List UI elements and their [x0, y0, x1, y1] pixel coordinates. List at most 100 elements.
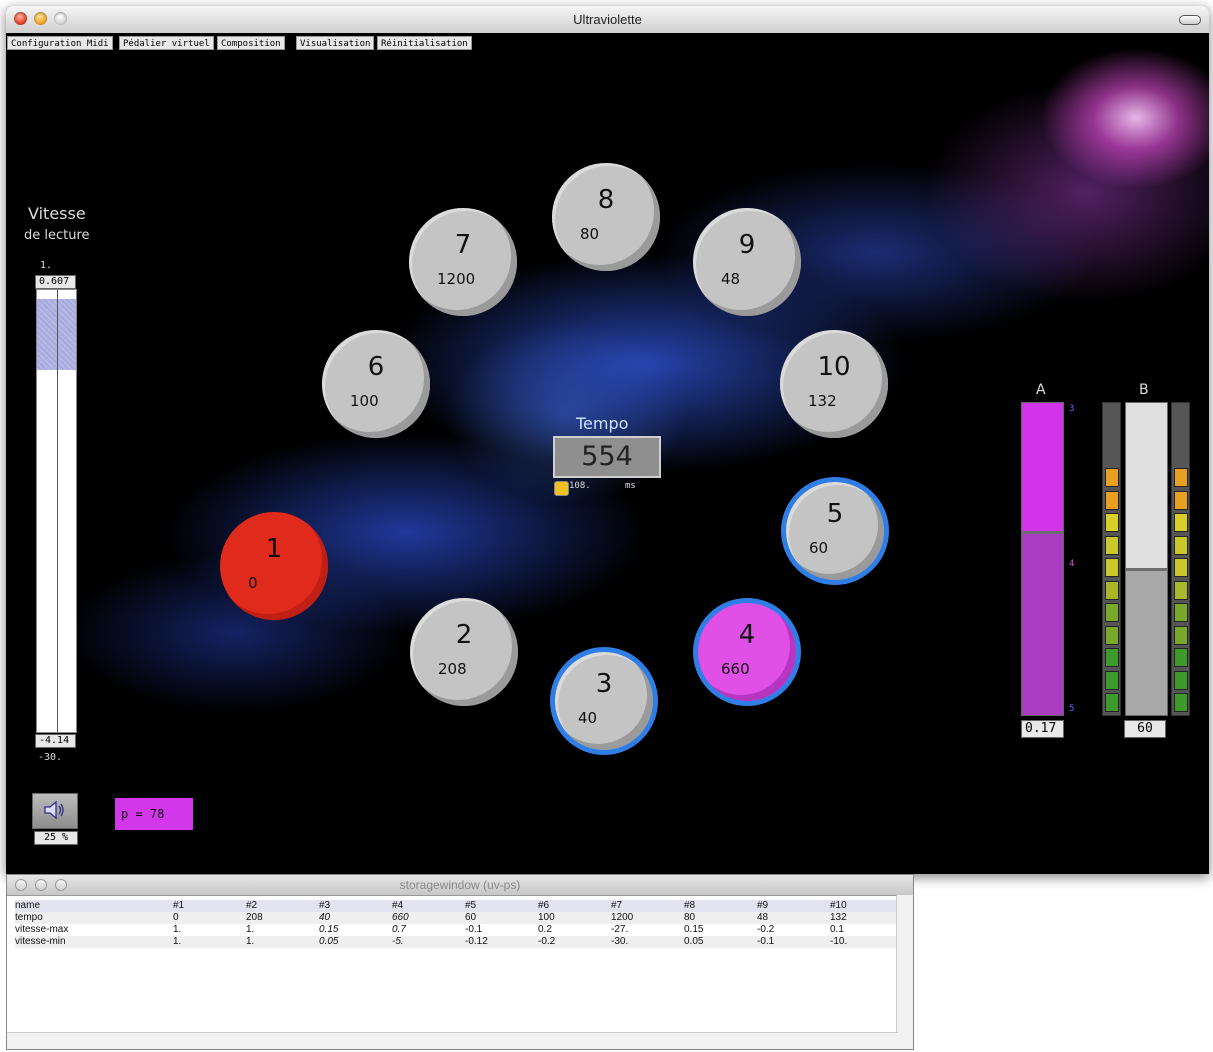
menu-config-midi-button[interactable]: Configuration Midi: [7, 36, 113, 50]
vitesse-slider[interactable]: [36, 289, 77, 733]
table-cell: -10.: [830, 936, 848, 947]
meter-b-value[interactable]: 60: [1124, 720, 1166, 738]
vu-segment: [1105, 648, 1119, 667]
window-title: Ultraviolette: [573, 12, 642, 27]
storage-vertical-scrollbar[interactable]: [896, 895, 913, 1049]
vitesse-value-top[interactable]: 0.607: [35, 275, 76, 289]
table-cell: 208: [246, 912, 263, 923]
volume-unit: %: [62, 832, 69, 843]
voice-10-value: 132: [808, 392, 837, 410]
table-row[interactable]: vitesse-min 1. 1. 0.05 -5. -0.12 -0.2 -30. 0.05 -…: [15, 936, 903, 948]
voice-1-value: 0: [248, 574, 258, 592]
vu-segment: [1105, 625, 1119, 645]
vitesse-value-bottom[interactable]: -4.14: [35, 734, 76, 748]
table-cell: 1.: [173, 924, 182, 935]
table-row[interactable]: vitesse-max 1. 1. 0.15 0.7 -0.1 0.2 -27. 0.15 -0.…: [15, 924, 903, 936]
vu-meter-left: [1102, 402, 1121, 716]
menu-visualisation-button[interactable]: Visualisation: [296, 36, 375, 50]
column-header-4[interactable]: #4: [392, 900, 465, 912]
voice-4-button[interactable]: 4 660: [693, 598, 801, 706]
column-header-1[interactable]: #1: [173, 900, 246, 912]
p-value-display: p = 78: [115, 798, 193, 830]
column-header-10[interactable]: #10: [830, 900, 903, 912]
vu-segment: [1174, 693, 1188, 712]
voice-6-number: 6: [367, 352, 385, 382]
table-cell: 60: [465, 912, 477, 923]
column-header-6[interactable]: #6: [538, 900, 611, 912]
vu-segment: [1105, 670, 1119, 690]
vu-segment: [1105, 693, 1119, 712]
toolbar-toggle-button[interactable]: [1179, 15, 1201, 25]
meter-a-handle[interactable]: [1022, 531, 1063, 534]
column-header-9[interactable]: #9: [757, 900, 830, 912]
voice-1-number: 1: [265, 534, 283, 564]
table-cell: 0.15: [684, 924, 704, 935]
vu-segment: [1105, 513, 1119, 532]
storage-horizontal-scrollbar[interactable]: [7, 1032, 898, 1049]
storage-title-bar: storagewindow (uv-ps): [7, 875, 913, 896]
table-row[interactable]: tempo 0 208 40 660 60 100 1200 80 48 132: [15, 912, 903, 924]
table-cell: -27.: [611, 924, 629, 935]
table-cell: -0.1: [757, 936, 775, 947]
column-header-8[interactable]: #8: [684, 900, 757, 912]
vitesse-top-label: 1.: [40, 260, 53, 271]
menu-pedalier-button[interactable]: Pédalier virtuel: [119, 36, 214, 50]
voice-9-button[interactable]: 9 48: [693, 208, 801, 316]
row-name-cell: tempo: [15, 912, 43, 923]
column-header-5[interactable]: #5: [465, 900, 538, 912]
vu-segment: [1174, 580, 1188, 600]
tempo-indicator-icon: [554, 481, 569, 496]
storage-table: name #1 #2 #3 #4 #5 #6 #7 #8 #9 #10 tempo 0 208 40 660…: [15, 900, 903, 948]
menu-reinitialisation-button[interactable]: Réinitialisation: [377, 36, 472, 50]
vu-segment: [1174, 648, 1188, 667]
menu-composition-button[interactable]: Composition: [217, 36, 285, 50]
title-bar: Ultraviolette: [6, 6, 1209, 34]
vu-segment: [1105, 535, 1119, 555]
voice-9-value: 48: [721, 270, 741, 288]
meter-a-tick-mid: 4: [1069, 559, 1075, 569]
tempo-value-display[interactable]: 554: [553, 436, 661, 478]
voice-10-button[interactable]: 10 132: [780, 330, 888, 438]
voice-3-number: 3: [595, 669, 613, 699]
speaker-button[interactable]: [32, 793, 78, 829]
meter-a-tick-bottom: 5: [1069, 704, 1075, 714]
table-cell: 1.: [173, 936, 182, 947]
meter-b-handle[interactable]: [1126, 568, 1167, 571]
voice-7-number: 7: [454, 230, 472, 260]
table-cell: 80: [684, 912, 696, 923]
vu-segment: [1174, 670, 1188, 690]
table-cell: 40: [319, 912, 331, 923]
table-cell: 1200: [611, 912, 634, 923]
voice-3-value: 40: [578, 709, 598, 727]
volume-value[interactable]: 25 %: [34, 831, 78, 845]
column-header-2[interactable]: #2: [246, 900, 319, 912]
meter-a-value[interactable]: 0.17: [1021, 720, 1064, 738]
vu-segment: [1105, 468, 1119, 487]
voice-2-button[interactable]: 2 208: [410, 598, 518, 706]
voice-7-button[interactable]: 7 1200: [409, 208, 517, 316]
vu-segment: [1105, 490, 1119, 510]
column-header-3[interactable]: #3: [319, 900, 392, 912]
meter-a-slider[interactable]: [1021, 402, 1064, 716]
voice-1-button[interactable]: 1 0: [220, 512, 328, 620]
voice-6-button[interactable]: 6 100: [322, 330, 430, 438]
table-cell: 1.: [246, 936, 255, 947]
voice-4-value: 660: [721, 660, 750, 678]
column-header-7[interactable]: #7: [611, 900, 684, 912]
voice-3-button[interactable]: 3 40: [550, 647, 658, 755]
column-header-name[interactable]: name: [15, 900, 173, 912]
voice-2-value: 208: [438, 660, 467, 678]
meter-b-slider[interactable]: [1125, 402, 1168, 716]
vitesse-subtitle: de lecture: [24, 228, 90, 243]
tempo-unit: ms: [625, 481, 636, 491]
table-cell: 132: [830, 912, 847, 923]
vu-segment: [1174, 490, 1188, 510]
voice-8-number: 8: [597, 185, 615, 215]
table-cell: 0.05: [684, 936, 704, 947]
voice-5-button[interactable]: 5 60: [781, 477, 889, 585]
vu-segment: [1174, 625, 1188, 645]
table-cell: 0: [173, 912, 179, 923]
speaker-icon: [42, 798, 68, 826]
voice-4-number: 4: [738, 620, 756, 650]
voice-8-button[interactable]: 8 80: [552, 163, 660, 271]
